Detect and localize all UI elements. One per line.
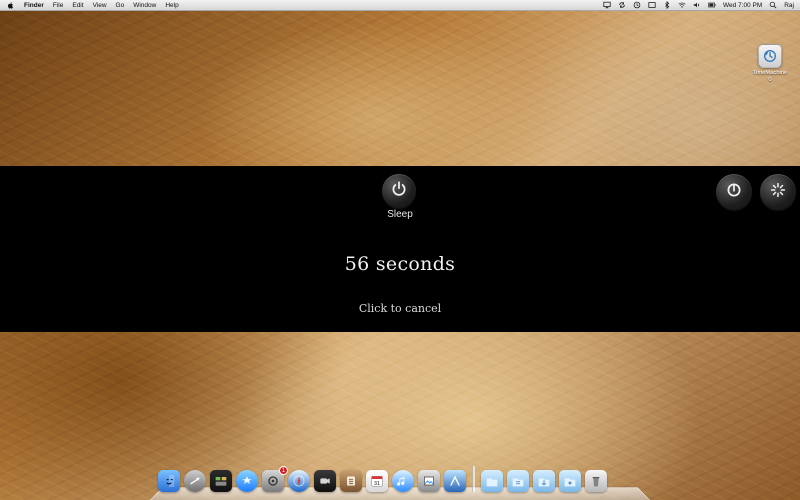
menu-file[interactable]: File [53, 0, 63, 11]
facetime-icon[interactable] [314, 470, 336, 492]
stacks-folder-icon[interactable] [559, 470, 581, 492]
shutdown-button[interactable] [716, 174, 752, 210]
applications-folder-icon[interactable] [481, 470, 503, 492]
xcode-icon[interactable] [444, 470, 466, 492]
spinner-icon [769, 181, 787, 204]
menu-edit[interactable]: Edit [72, 0, 83, 11]
power-icon [725, 181, 743, 204]
finder-icon[interactable] [158, 470, 180, 492]
display-icon[interactable] [603, 1, 611, 9]
calendar-day: 31 [374, 481, 380, 487]
countdown-text: 56 seconds [344, 253, 456, 275]
dock-icons: 1 31 [158, 456, 640, 492]
desktop-item-label-line2: 0 [768, 77, 772, 83]
time-machine-status-icon[interactable] [633, 1, 641, 9]
menu-view[interactable]: View [93, 0, 107, 11]
documents-folder-icon[interactable] [507, 470, 529, 492]
sync-icon[interactable] [618, 1, 626, 9]
wifi-icon[interactable] [678, 1, 686, 9]
menu-go[interactable]: Go [116, 0, 125, 11]
trash-icon[interactable] [585, 470, 607, 492]
sleep-button[interactable] [382, 174, 416, 208]
screen-icon[interactable] [648, 1, 656, 9]
downloads-folder-icon[interactable] [533, 470, 555, 492]
time-machine-icon [758, 44, 782, 68]
desktop-item-time-machine[interactable]: TimeMachine 0 [744, 44, 796, 84]
desktop-item-label: TimeMachine 0 [753, 70, 788, 84]
menu-help[interactable]: Help [165, 0, 178, 11]
menu-bar-left: Finder File Edit View Go Window Help [6, 0, 179, 11]
volume-icon[interactable] [693, 1, 701, 9]
address-book-icon[interactable] [340, 470, 362, 492]
clock[interactable]: Wed 7:00 PM [723, 0, 762, 11]
itunes-icon[interactable] [392, 470, 414, 492]
app-store-icon[interactable] [236, 470, 258, 492]
restart-button[interactable] [760, 174, 796, 210]
apple-logo-icon[interactable] [6, 1, 15, 10]
launchpad-icon[interactable] [184, 470, 206, 492]
safari-icon[interactable] [288, 470, 310, 492]
dock-separator [472, 466, 475, 492]
desktop-item-label-line1: TimeMachine [752, 70, 788, 76]
menu-bar: Finder File Edit View Go Window Help Wed… [0, 0, 800, 11]
dock: 1 31 [150, 456, 650, 500]
spotlight-search-icon[interactable] [769, 1, 777, 9]
user-menu[interactable]: Raj [784, 0, 794, 11]
calendar-icon[interactable]: 31 [366, 470, 388, 492]
power-icon [390, 180, 408, 203]
cancel-text[interactable]: Click to cancel [0, 302, 800, 315]
mission-control-icon[interactable] [210, 470, 232, 492]
menu-window[interactable]: Window [133, 0, 156, 11]
notification-badge: 1 [279, 466, 288, 475]
bluetooth-icon[interactable] [663, 1, 671, 9]
menu-finder[interactable]: Finder [24, 0, 44, 11]
menu-bar-right: Wed 7:00 PM Raj [603, 0, 794, 11]
preview-icon[interactable] [418, 470, 440, 492]
sleep-label: Sleep [387, 209, 413, 220]
battery-icon[interactable] [708, 1, 716, 9]
system-preferences-icon[interactable]: 1 [262, 466, 288, 492]
